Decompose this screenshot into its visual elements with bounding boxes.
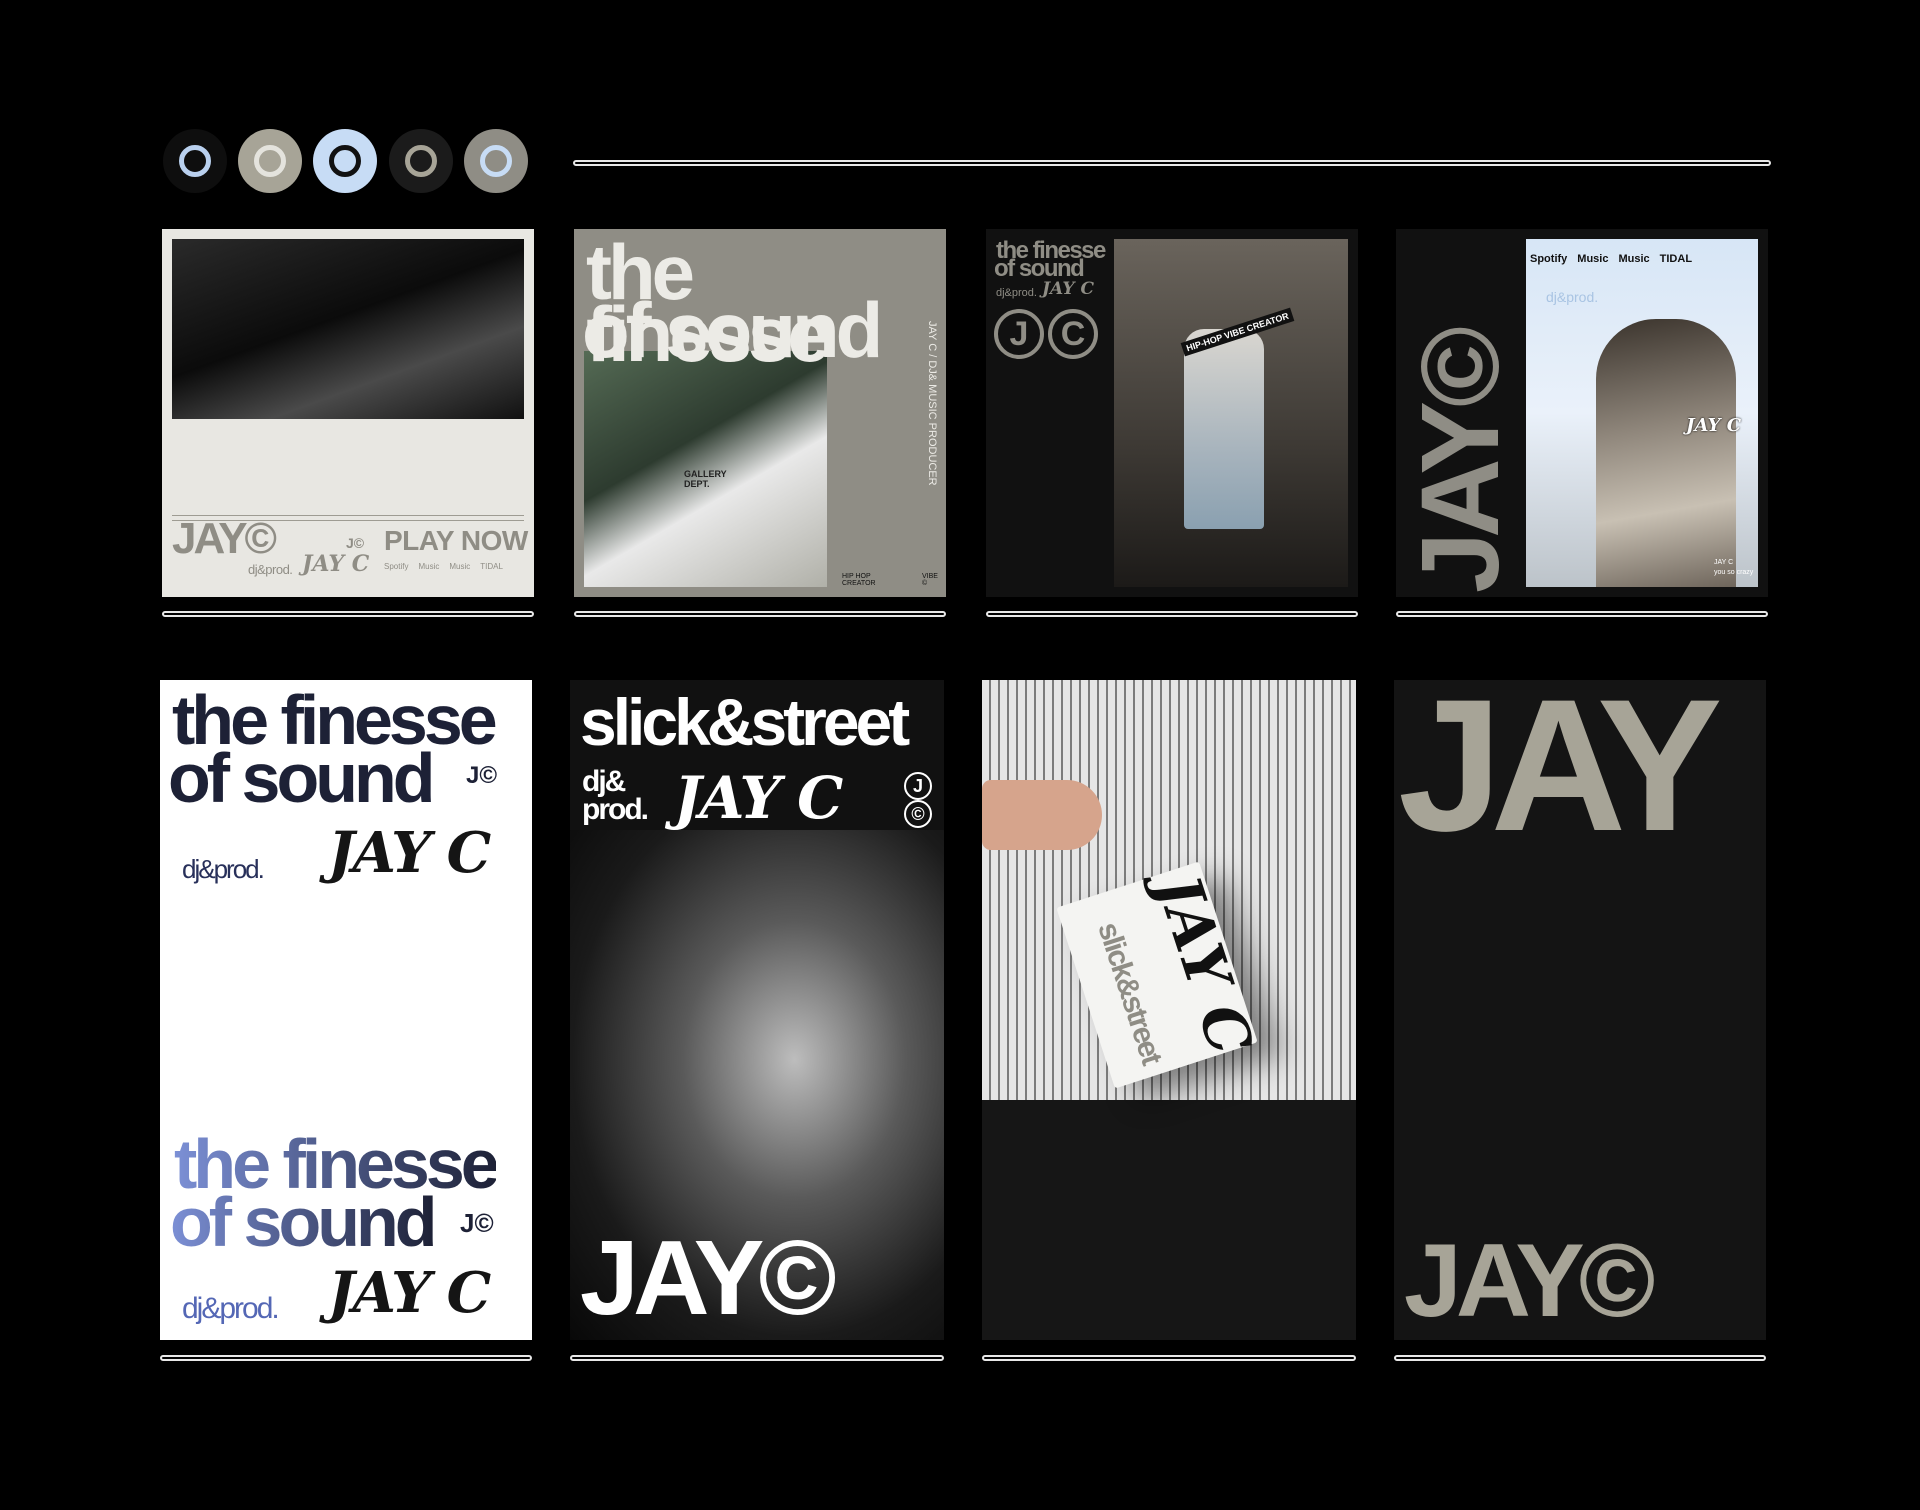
monogram-c: C — [1048, 309, 1098, 359]
platform-music[interactable]: Music — [1618, 253, 1649, 265]
subtitle-line-1: dj& — [582, 765, 626, 798]
card-underline — [570, 1355, 944, 1361]
platform-music[interactable]: Music — [418, 562, 439, 571]
platform-music[interactable]: Music — [1577, 253, 1608, 265]
tag-vibe: VIBE © — [922, 573, 938, 587]
platform-list: Spotify Music Music TIDAL — [384, 562, 503, 571]
subtitle: dj&prod. — [182, 1292, 280, 1325]
card-finesse-wall[interactable]: HIP-HOP VIBE CREATOR the finesse of soun… — [986, 229, 1358, 597]
platform-list: Spotify Music Music TIDAL — [1530, 253, 1692, 265]
footer-name: JAY C — [1714, 559, 1734, 566]
headline-line-4: of sound — [170, 1183, 437, 1261]
figure-silhouette — [1184, 329, 1264, 529]
figure-silhouette — [1596, 319, 1736, 587]
shirt-print: GALLERY DEPT. — [684, 469, 727, 489]
card-underline — [1396, 611, 1768, 617]
signature: JAY C — [1042, 279, 1094, 299]
headline-line-2: of sound — [582, 286, 883, 374]
card-underline — [574, 611, 946, 617]
swatch-grey — [464, 129, 528, 193]
swatch-black — [163, 129, 227, 193]
signature: JAY C — [328, 1260, 491, 1326]
brand-logo: JAY© — [172, 514, 277, 563]
swatch-ring — [480, 145, 512, 177]
signature: JAY C — [674, 764, 843, 832]
headline-jay: JAY — [1398, 680, 1722, 870]
headline: slick&street — [580, 685, 910, 759]
swatch-charcoal — [389, 129, 453, 193]
card-underline — [162, 611, 534, 617]
brand-logo: JAY© — [580, 1219, 837, 1337]
signature: JAY C — [1686, 415, 1742, 436]
play-now-button[interactable]: PLAY NOW — [384, 525, 528, 557]
tag-hiphop: HIP HOP CREATOR — [842, 573, 876, 587]
car-photo — [172, 239, 524, 419]
hand — [982, 780, 1102, 850]
brand-mark: J© — [460, 1208, 494, 1238]
swatch-taupe — [238, 129, 302, 193]
monogram-j: J — [994, 309, 1044, 359]
card-underline — [1394, 1355, 1766, 1361]
subtitle: dj&prod. — [996, 287, 1037, 299]
card-underline — [982, 1355, 1356, 1361]
platform-spotify[interactable]: Spotify — [1530, 253, 1567, 265]
card-underline — [986, 611, 1358, 617]
brand-mark: J© — [466, 762, 498, 789]
subtitle-line-2: prod. — [582, 793, 649, 826]
swatch-ring — [405, 145, 437, 177]
header-divider — [573, 160, 1771, 166]
monogram-j: J — [904, 772, 932, 800]
swatch-blue — [313, 129, 377, 193]
swatch-ring — [254, 145, 286, 177]
card-underline — [160, 1355, 532, 1361]
platform-music[interactable]: Music — [449, 562, 470, 571]
swatch-ring — [329, 145, 361, 177]
card-finesse-typography[interactable]: the finesse of sound J© dj&prod. JAY C t… — [160, 680, 532, 1340]
platform-tidal[interactable]: TIDAL — [1660, 253, 1692, 265]
swatch-ring — [179, 145, 211, 177]
platform-tidal[interactable]: TIDAL — [480, 562, 503, 571]
signature: JAY C — [302, 551, 370, 577]
card-jay-minimal[interactable]: JAY JAY© — [1394, 680, 1766, 1340]
subtitle: dj&prod. — [248, 562, 293, 577]
subtitle: dj&prod. — [1546, 289, 1599, 305]
headline-line-2: of sound — [994, 255, 1085, 282]
headline-line-2: of sound — [168, 739, 435, 817]
card-jay-streaming[interactable]: JAY© Spotify Music Music TIDAL dj&prod. … — [1396, 229, 1768, 597]
brand-logo: JAY© — [1404, 1223, 1655, 1339]
platform-spotify[interactable]: Spotify — [384, 562, 408, 571]
card-business-card[interactable]: slick&street JAY C — [982, 680, 1356, 1340]
card-finesse-gallery[interactable]: GALLERY DEPT. the finesse of sound JAY C… — [574, 229, 946, 597]
footer-caption: you so crazy — [1714, 569, 1754, 576]
brand-mark: J© — [346, 535, 365, 551]
card-slick-street[interactable]: slick&street dj& prod. JAY C J © JAY© — [570, 680, 944, 1340]
trouser-area — [982, 1100, 1356, 1340]
vertical-brand: JAY© — [1399, 332, 1522, 593]
card-play-now[interactable]: JAY© J© PLAY NOW dj&prod. JAY C Spotify … — [162, 229, 534, 597]
signature: JAY C — [328, 820, 491, 886]
vertical-caption: JAY C / DJ& MUSIC PRODUCER — [926, 321, 938, 486]
monogram-c: © — [904, 800, 932, 828]
subtitle: dj&prod. — [182, 854, 265, 884]
